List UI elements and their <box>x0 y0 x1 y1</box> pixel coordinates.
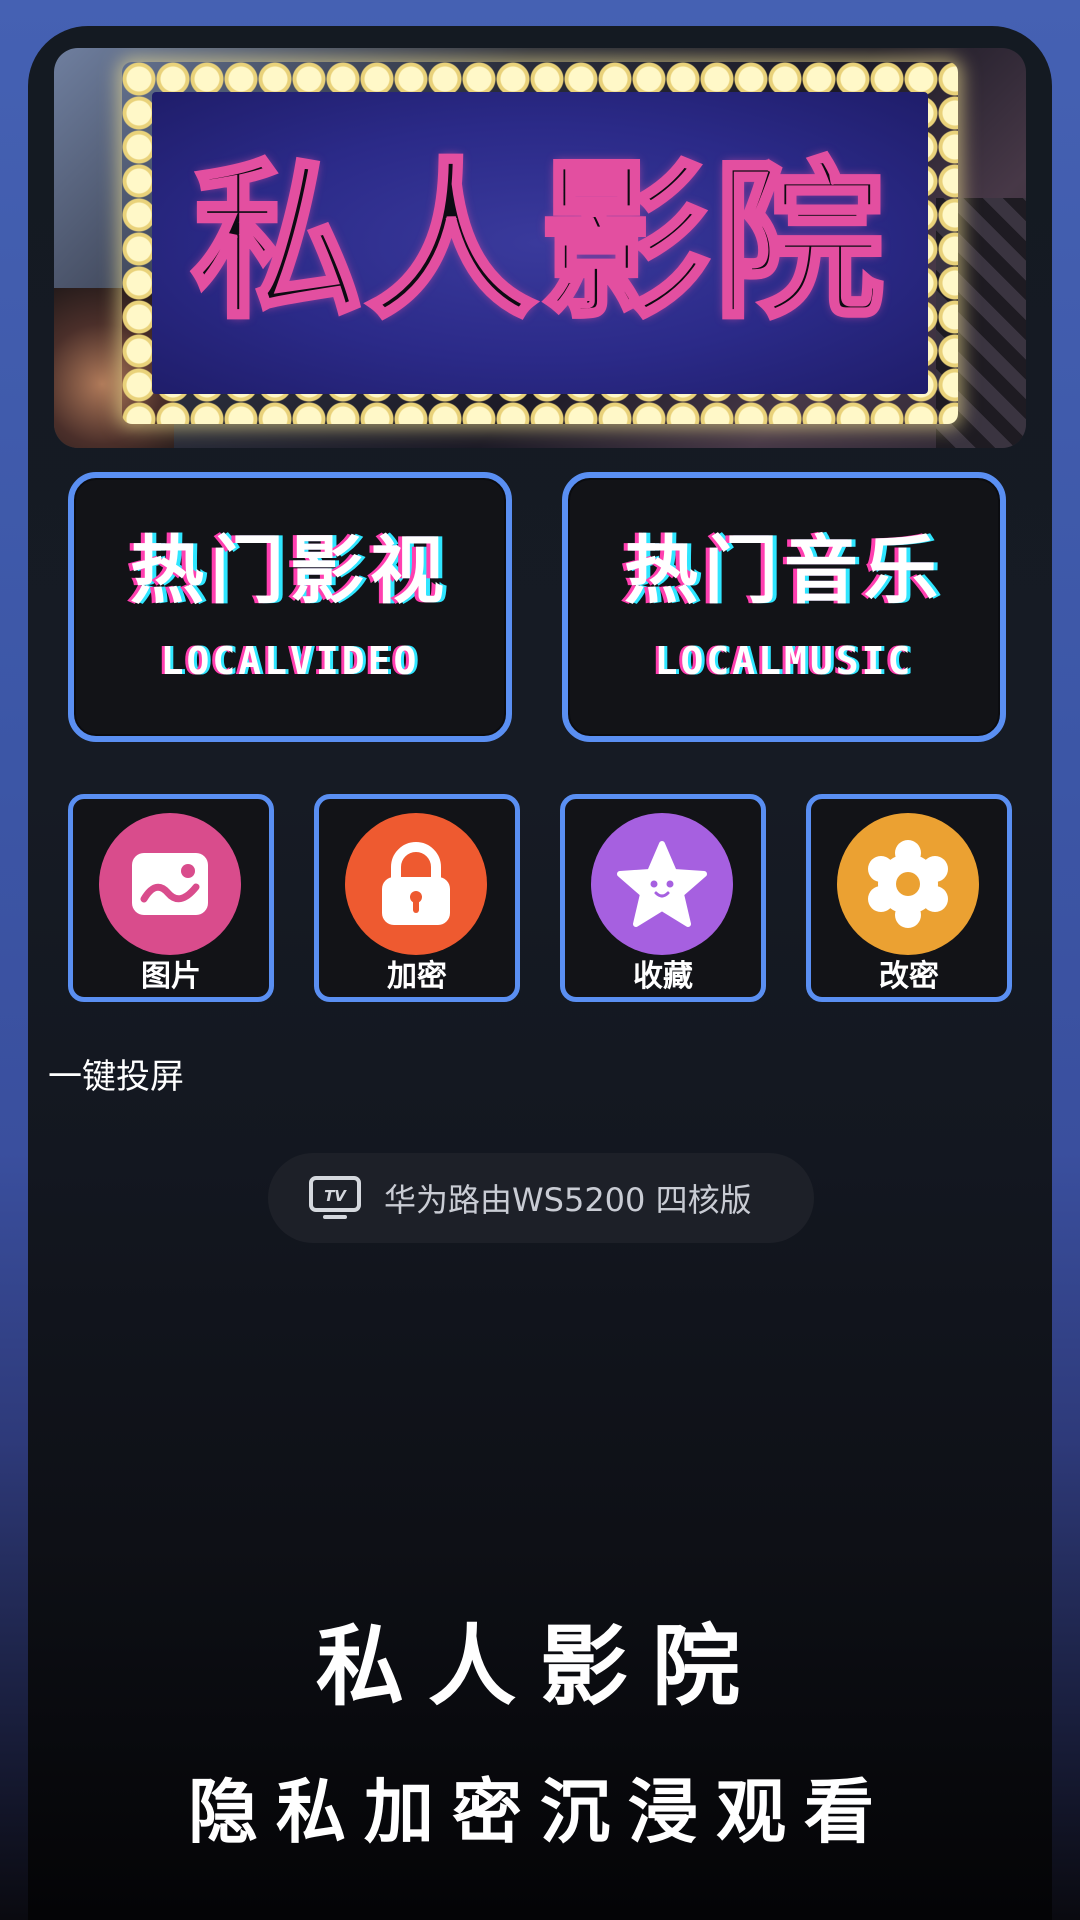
pictures-label: 图片 <box>141 959 201 994</box>
pictures-button[interactable]: 图片 <box>68 794 274 1002</box>
marquee-frame: 私人影院 <box>122 62 958 424</box>
banner-title: 私人影院 <box>189 144 888 342</box>
change-password-label: 改密 <box>879 959 939 994</box>
encrypt-label: 加密 <box>387 959 447 994</box>
cast-section-label: 一键投屏 <box>48 1057 184 1097</box>
gear-icon <box>837 813 979 955</box>
hot-music-button[interactable]: 热门音乐 LOCALMUSIC <box>562 472 1006 742</box>
favorites-label: 收藏 <box>633 959 693 994</box>
hot-music-title: 热门音乐 <box>624 528 944 615</box>
footer-title: 私人影院 <box>315 1614 764 1718</box>
hot-video-title: 热门影视 <box>130 528 450 615</box>
hot-video-subtitle: LOCALVIDEO <box>160 638 420 683</box>
app-screen: 私人影院 热门影视 LOCALVIDEO 热门音乐 LOCALMUSIC 图片 <box>28 26 1052 1920</box>
encrypt-button[interactable]: 加密 <box>314 794 520 1002</box>
footer-subtitle: 隐私加密沉浸观看 <box>188 1770 892 1853</box>
cast-device-button[interactable]: TV 华为路由WS5200 四核版 <box>268 1153 814 1243</box>
svg-text:TV: TV <box>324 1187 347 1205</box>
change-password-button[interactable]: 改密 <box>806 794 1012 1002</box>
hot-video-button[interactable]: 热门影视 LOCALVIDEO <box>68 472 512 742</box>
hot-music-subtitle: LOCALMUSIC <box>654 638 914 683</box>
lock-icon <box>345 813 487 955</box>
image-icon <box>99 813 241 955</box>
tv-icon: TV <box>309 1176 361 1219</box>
favorites-button[interactable]: 收藏 <box>560 794 766 1002</box>
star-icon <box>591 813 733 955</box>
banner[interactable]: 私人影院 <box>54 48 1026 448</box>
marquee-sign: 私人影院 <box>152 92 928 394</box>
cast-device-name: 华为路由WS5200 四核版 <box>384 1181 752 1219</box>
